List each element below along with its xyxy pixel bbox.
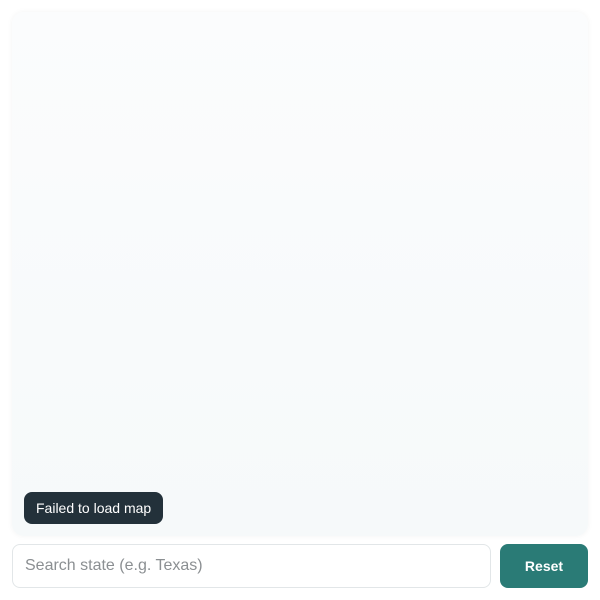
search-state-input[interactable] <box>12 544 491 588</box>
reset-button[interactable]: Reset <box>500 544 588 588</box>
controls-bar: Reset <box>12 544 588 588</box>
map-error-toast: Failed to load map <box>24 492 164 524</box>
app-root: Failed to load map Reset <box>0 0 600 600</box>
map-panel[interactable]: Failed to load map <box>12 12 588 536</box>
